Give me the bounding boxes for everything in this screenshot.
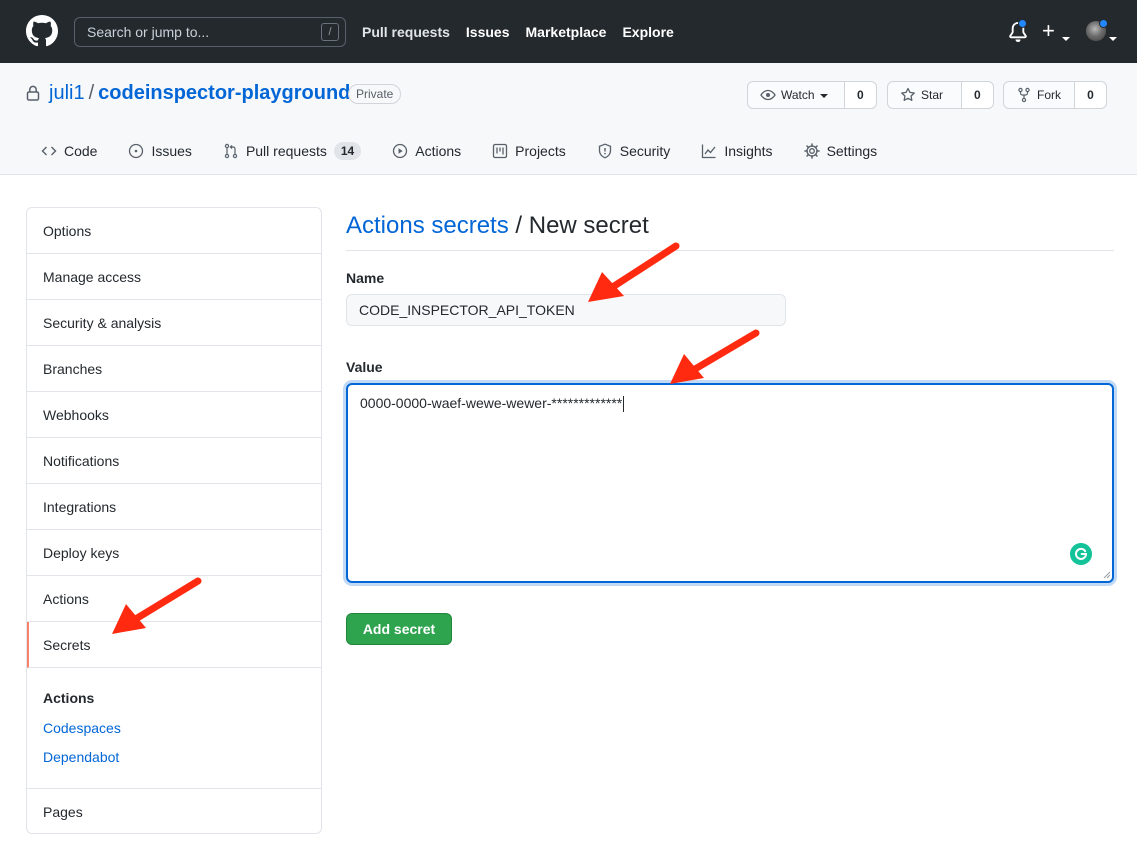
sidebar-link-dependabot[interactable]: Dependabot: [43, 749, 119, 765]
star-button-group: Star 0: [887, 81, 994, 109]
fork-count[interactable]: 0: [1074, 82, 1106, 108]
global-header: Search or jump to... / Pull requests Iss…: [0, 0, 1137, 63]
grammarly-icon[interactable]: [1070, 543, 1092, 565]
repo-header: juli1/codeinspector-playground Private W…: [0, 63, 1137, 175]
sidebar-item-pages[interactable]: Pages: [27, 788, 321, 834]
nav-explore[interactable]: Explore: [622, 24, 673, 40]
tab-pull-requests[interactable]: Pull requests 14: [223, 141, 362, 161]
divider: [346, 250, 1114, 251]
nav-issues[interactable]: Issues: [466, 24, 510, 40]
issue-icon: [129, 143, 144, 159]
search-placeholder: Search or jump to...: [87, 24, 210, 40]
breadcrumb-actions-secrets-link[interactable]: Actions secrets: [346, 212, 509, 239]
watch-count[interactable]: 0: [844, 82, 876, 108]
plus-icon[interactable]: +: [1042, 18, 1055, 44]
status-indicator: [1099, 19, 1108, 28]
tab-label: Pull requests: [245, 143, 327, 159]
tab-label: Actions: [415, 143, 462, 159]
secret-value-textarea[interactable]: 0000-0000-waef-wewe-wewer-*************: [346, 383, 1114, 583]
gear-icon: [803, 143, 820, 159]
page-title: Actions secrets / New secret: [346, 212, 649, 240]
repo-name-link[interactable]: codeinspector-playground: [98, 82, 350, 104]
github-logo-icon[interactable]: [26, 15, 58, 47]
secret-value-text: 0000-0000-waef-wewe-wewer-*************: [360, 395, 623, 411]
visibility-badge: Private: [348, 84, 402, 104]
pull-request-icon: [224, 143, 238, 159]
resize-handle-icon[interactable]: [1103, 571, 1111, 579]
tab-code[interactable]: Code: [41, 141, 97, 161]
tab-settings[interactable]: Settings: [803, 141, 878, 161]
add-secret-button[interactable]: Add secret: [346, 613, 452, 645]
sidebar-item-security-analysis[interactable]: Security & analysis: [27, 300, 321, 346]
name-label: Name: [346, 270, 385, 286]
tab-projects[interactable]: Projects: [492, 141, 566, 161]
tab-security[interactable]: Security: [597, 141, 671, 161]
code-icon: [41, 146, 57, 156]
fork-button[interactable]: Fork: [1004, 82, 1075, 108]
play-icon: [393, 143, 408, 159]
project-icon: [493, 143, 508, 159]
tab-label: Issues: [151, 143, 192, 159]
eye-icon: [760, 89, 776, 101]
sidebar-item-options[interactable]: Options: [27, 208, 321, 254]
tab-issues[interactable]: Issues: [128, 141, 192, 161]
settings-sidebar: Options Manage access Security & analysi…: [26, 207, 322, 834]
tab-label: Security: [619, 143, 671, 159]
repo-owner-link[interactable]: juli1: [49, 82, 85, 104]
sidebar-item-deploy-keys[interactable]: Deploy keys: [27, 530, 321, 576]
value-label: Value: [346, 359, 383, 375]
sidebar-item-branches[interactable]: Branches: [27, 346, 321, 392]
repo-separator: /: [88, 82, 95, 104]
chevron-down-icon[interactable]: [1109, 30, 1117, 46]
nav-marketplace[interactable]: Marketplace: [526, 24, 607, 40]
sidebar-subheading: Actions: [43, 690, 95, 706]
annotation-arrow-icon: [670, 329, 760, 384]
search-shortcut-key: /: [321, 23, 339, 41]
sidebar-item-notifications[interactable]: Notifications: [27, 438, 321, 484]
nav-pull-requests[interactable]: Pull requests: [362, 24, 450, 40]
tab-insights[interactable]: Insights: [701, 141, 773, 161]
star-button[interactable]: Star: [888, 82, 962, 108]
star-count[interactable]: 0: [961, 82, 993, 108]
breadcrumb-current: / New secret: [508, 212, 649, 239]
graph-icon: [702, 144, 716, 159]
tab-label: Insights: [724, 143, 773, 159]
repo-title: juli1/codeinspector-playground: [49, 82, 350, 105]
pull-request-counter: 14: [333, 142, 362, 160]
chevron-down-icon[interactable]: [1062, 30, 1070, 46]
lock-icon: [26, 85, 40, 101]
fork-icon: [1018, 87, 1030, 103]
annotation-arrow-icon: [112, 577, 202, 634]
fork-label: Fork: [1037, 88, 1061, 102]
notification-indicator: [1018, 19, 1027, 28]
secret-name-input[interactable]: CODE_INSPECTOR_API_TOKEN: [346, 294, 786, 326]
shield-icon: [598, 143, 611, 159]
secret-name-value: CODE_INSPECTOR_API_TOKEN: [359, 302, 575, 318]
tab-label: Projects: [515, 143, 566, 159]
fork-button-group: Fork 0: [1003, 81, 1107, 109]
watch-label: Watch: [781, 88, 815, 102]
tab-actions[interactable]: Actions: [392, 141, 461, 161]
chevron-down-icon: [819, 88, 828, 102]
global-nav: Pull requests Issues Marketplace Explore: [362, 24, 674, 40]
sidebar-link-codespaces[interactable]: Codespaces: [43, 720, 121, 736]
tab-label: Settings: [826, 143, 878, 159]
tab-label: Code: [64, 143, 98, 159]
annotation-arrow-icon: [588, 242, 680, 302]
watch-button-group: Watch 0: [747, 81, 877, 109]
sidebar-item-manage-access[interactable]: Manage access: [27, 254, 321, 300]
sidebar-item-webhooks[interactable]: Webhooks: [27, 392, 321, 438]
star-label: Star: [921, 88, 944, 102]
repo-tabs: Code Issues Pull requests 14 Actions Pro…: [41, 141, 908, 161]
sidebar-item-integrations[interactable]: Integrations: [27, 484, 321, 530]
text-cursor: [623, 396, 625, 413]
search-input[interactable]: Search or jump to... /: [74, 17, 346, 47]
watch-button[interactable]: Watch: [748, 82, 845, 108]
star-icon: [901, 87, 915, 101]
